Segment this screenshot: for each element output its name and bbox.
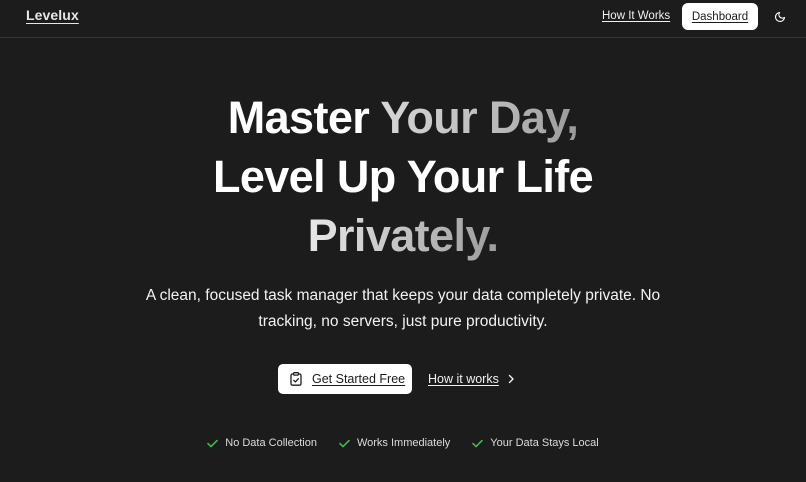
hero-title: Master Your Day, Level Up Your Life Priv… <box>0 88 806 265</box>
check-icon <box>339 439 350 448</box>
how-it-works-label: How it works <box>428 372 499 386</box>
check-icon <box>472 439 484 448</box>
hero-title-line-1: Master Your Day, <box>227 92 579 143</box>
hero-title-line-3: Privately. <box>307 210 499 261</box>
feature-item: Works Immediately <box>339 437 450 449</box>
get-started-button[interactable]: Get Started Free <box>278 364 412 394</box>
hero-title-line-2: Level Up Your Life <box>212 151 594 202</box>
how-it-works-link[interactable]: How it works <box>428 372 515 386</box>
feature-label: Your Data Stays Local <box>490 437 599 449</box>
feature-item: Your Data Stays Local <box>472 437 599 449</box>
feature-label: Works Immediately <box>356 437 451 449</box>
feature-item: No Data Collection <box>207 437 317 449</box>
chevron-right-icon <box>507 374 515 384</box>
brand-logo-link[interactable]: Levelux <box>26 7 79 23</box>
hero-subtitle: A clean, focused task manager that keeps… <box>145 287 661 330</box>
check-icon <box>207 439 219 448</box>
landing-page: Levelux How It Works Dashboard Master Yo… <box>0 0 806 482</box>
feature-list: No Data Collection Works Immediately You… <box>0 437 806 449</box>
dashboard-button[interactable]: Dashboard <box>682 3 758 30</box>
theme-toggle-button[interactable] <box>772 9 788 25</box>
clipboard-check-icon <box>290 372 302 386</box>
get-started-label: Get Started Free <box>312 372 406 386</box>
moon-icon <box>774 11 786 23</box>
top-nav: Levelux How It Works Dashboard <box>0 0 806 38</box>
feature-label: No Data Collection <box>225 437 317 449</box>
dashboard-button-label: Dashboard <box>691 10 749 23</box>
nav-how-it-works-link[interactable]: How It Works <box>602 10 670 22</box>
